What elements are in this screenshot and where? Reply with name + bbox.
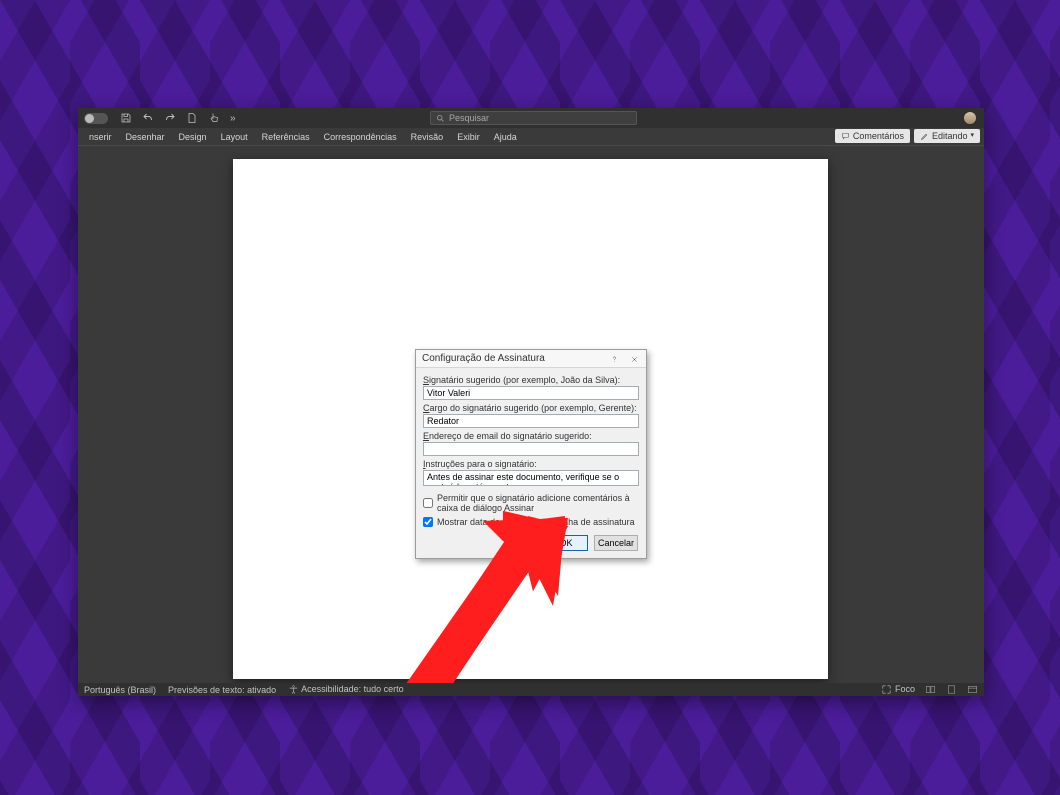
- file-icon[interactable]: [186, 112, 198, 124]
- show-date-row[interactable]: Mostrar data da assinatura na linha de a…: [423, 517, 639, 527]
- ok-button[interactable]: OK: [544, 535, 588, 551]
- tab-revisao[interactable]: Revisão: [404, 132, 451, 142]
- help-button[interactable]: [604, 350, 624, 368]
- tell-me-search[interactable]: Pesquisar: [430, 111, 637, 125]
- titlebar: » Documento1 - Word Pesquisar: [78, 108, 984, 128]
- instructions-label: Instruções para o signatário:: [423, 459, 639, 469]
- autosave-toggle[interactable]: [84, 113, 108, 124]
- undo-icon[interactable]: [142, 112, 154, 124]
- signature-setup-dialog: Configuração de Assinatura SSignatário s…: [415, 349, 647, 559]
- allow-comments-checkbox[interactable]: [423, 498, 433, 508]
- statusbar: Português (Brasil) Previsões de texto: a…: [78, 683, 984, 696]
- print-layout-icon[interactable]: [946, 684, 957, 695]
- tab-layout[interactable]: Layout: [214, 132, 255, 142]
- close-icon: [630, 355, 639, 364]
- tab-desenhar[interactable]: Desenhar: [119, 132, 172, 142]
- instructions-textarea[interactable]: Antes de assinar este documento, verifiq…: [423, 470, 639, 486]
- close-button[interactable]: [624, 350, 644, 368]
- focus-icon: [881, 684, 892, 695]
- tab-ajuda[interactable]: Ajuda: [487, 132, 524, 142]
- focus-mode-button[interactable]: Foco: [881, 684, 915, 695]
- search-icon: [436, 114, 445, 123]
- allow-comments-row[interactable]: Permitir que o signatário adicione comen…: [423, 493, 639, 513]
- tab-design[interactable]: Design: [172, 132, 214, 142]
- comment-icon: [841, 132, 850, 141]
- word-window: » Documento1 - Word Pesquisar nserir Des…: [78, 108, 984, 696]
- read-mode-icon[interactable]: [925, 684, 936, 695]
- cancel-button[interactable]: Cancelar: [594, 535, 638, 551]
- tab-referencias[interactable]: Referências: [255, 132, 317, 142]
- show-date-checkbox[interactable]: [423, 517, 433, 527]
- show-date-label: Mostrar data da assinatura na linha de a…: [437, 517, 635, 527]
- dialog-title: Configuração de Assinatura: [422, 353, 545, 364]
- status-predictions[interactable]: Previsões de texto: ativado: [168, 685, 276, 695]
- role-input[interactable]: [423, 414, 639, 428]
- tab-inserir[interactable]: nserir: [82, 132, 119, 142]
- question-icon: [610, 355, 619, 364]
- save-icon[interactable]: [120, 112, 132, 124]
- email-label: Endereço de email do signatário sugerido…: [423, 431, 639, 441]
- chevron-down-icon: ▾: [970, 129, 974, 143]
- email-input[interactable]: [423, 442, 639, 456]
- signer-label: SSignatário sugerido (por exemplo, João …: [423, 375, 639, 385]
- qat-overflow-icon[interactable]: »: [230, 113, 236, 124]
- search-placeholder: Pesquisar: [449, 113, 489, 123]
- allow-comments-label: Permitir que o signatário adicione comen…: [437, 493, 639, 513]
- comments-button[interactable]: Comentários: [835, 129, 910, 143]
- document-area[interactable]: Configuração de Assinatura SSignatário s…: [78, 146, 984, 683]
- touch-icon[interactable]: [208, 112, 220, 124]
- web-layout-icon[interactable]: [967, 684, 978, 695]
- user-avatar[interactable]: [964, 112, 976, 124]
- role-label: Cargo do signatário sugerido (por exempl…: [423, 403, 639, 413]
- status-accessibility[interactable]: Acessibilidade: tudo certo: [288, 684, 404, 695]
- editing-button-label: Editando: [932, 129, 968, 143]
- tab-correspondencias[interactable]: Correspondências: [317, 132, 404, 142]
- status-language[interactable]: Português (Brasil): [84, 685, 156, 695]
- pencil-icon: [920, 132, 929, 141]
- dialog-titlebar: Configuração de Assinatura: [416, 350, 646, 368]
- signer-input[interactable]: [423, 386, 639, 400]
- comments-button-label: Comentários: [853, 129, 904, 143]
- editing-mode-button[interactable]: Editando ▾: [914, 129, 980, 143]
- tab-exibir[interactable]: Exibir: [450, 132, 487, 142]
- ribbon-tabs: nserir Desenhar Design Layout Referência…: [78, 128, 984, 146]
- redo-icon[interactable]: [164, 112, 176, 124]
- accessibility-icon: [288, 684, 299, 695]
